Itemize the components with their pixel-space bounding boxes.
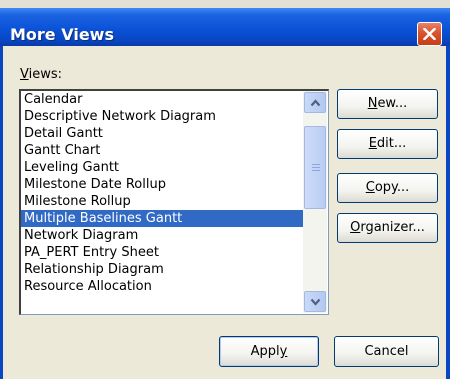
scroll-thumb[interactable] — [304, 126, 326, 209]
edit-button-label: dit... — [376, 136, 407, 151]
views-label-mnemonic: V — [20, 67, 29, 82]
dialog-title: More Views — [10, 25, 114, 44]
title-bar[interactable]: More Views — [0, 8, 450, 46]
views-list-item[interactable]: PA_PERT Entry Sheet — [21, 244, 303, 261]
edit-button-mnemonic: E — [368, 136, 377, 151]
scroll-grip-line — [312, 170, 320, 171]
window-frame-right — [446, 46, 450, 379]
views-list-item[interactable]: Milestone Date Rollup — [21, 176, 303, 193]
new-button-mnemonic: N — [367, 96, 378, 111]
views-list-item[interactable]: Multiple Baselines Gantt — [21, 210, 303, 227]
organizer-button-label: rganizer... — [360, 220, 425, 235]
views-label-text: iews: — [28, 67, 63, 82]
views-list-item[interactable]: Descriptive Network Diagram — [21, 108, 303, 125]
organizer-button[interactable]: Organizer... — [337, 213, 438, 243]
scroll-up-arrow-icon — [310, 99, 321, 107]
views-list-items: Calendar Descriptive Network Diagram Detai… — [21, 91, 303, 295]
views-list-item[interactable]: Network Diagram — [21, 227, 303, 244]
vertical-scrollbar[interactable] — [303, 91, 327, 313]
new-button-label: ew... — [377, 96, 408, 111]
apply-button-label: Appl — [250, 344, 280, 359]
views-label: Views: — [20, 67, 62, 82]
scroll-grip-line — [312, 167, 320, 168]
new-button[interactable]: New... — [337, 89, 438, 119]
edit-button[interactable]: Edit... — [337, 129, 438, 159]
copy-button-mnemonic: C — [365, 180, 375, 195]
scroll-down-button[interactable] — [304, 291, 326, 312]
views-list-item[interactable]: Calendar — [21, 91, 303, 108]
copy-button-label: opy... — [374, 180, 410, 195]
views-listbox[interactable]: Calendar Descriptive Network Diagram Detai… — [19, 89, 329, 315]
apply-button[interactable]: Apply — [219, 336, 319, 367]
close-button[interactable] — [417, 22, 442, 46]
scroll-down-arrow-icon — [310, 298, 321, 306]
cancel-button-label: Cancel — [364, 344, 409, 359]
views-list-item[interactable]: Leveling Gantt — [21, 159, 303, 176]
views-list-item[interactable]: Milestone Rollup — [21, 193, 303, 210]
views-list-item[interactable]: Gantt Chart — [21, 142, 303, 159]
views-list-item[interactable]: Relationship Diagram — [21, 261, 303, 278]
scroll-up-button[interactable] — [304, 92, 326, 113]
scroll-grip-line — [312, 164, 320, 165]
window-frame-left — [0, 46, 3, 379]
apply-button-mnemonic: y — [279, 344, 288, 359]
cancel-button[interactable]: Cancel — [334, 336, 439, 367]
organizer-button-mnemonic: O — [350, 220, 361, 235]
views-list-item[interactable]: Detail Gantt — [21, 125, 303, 142]
views-list-item[interactable]: Resource Allocation — [21, 278, 303, 295]
copy-button[interactable]: Copy... — [337, 173, 438, 203]
close-icon — [423, 28, 436, 40]
